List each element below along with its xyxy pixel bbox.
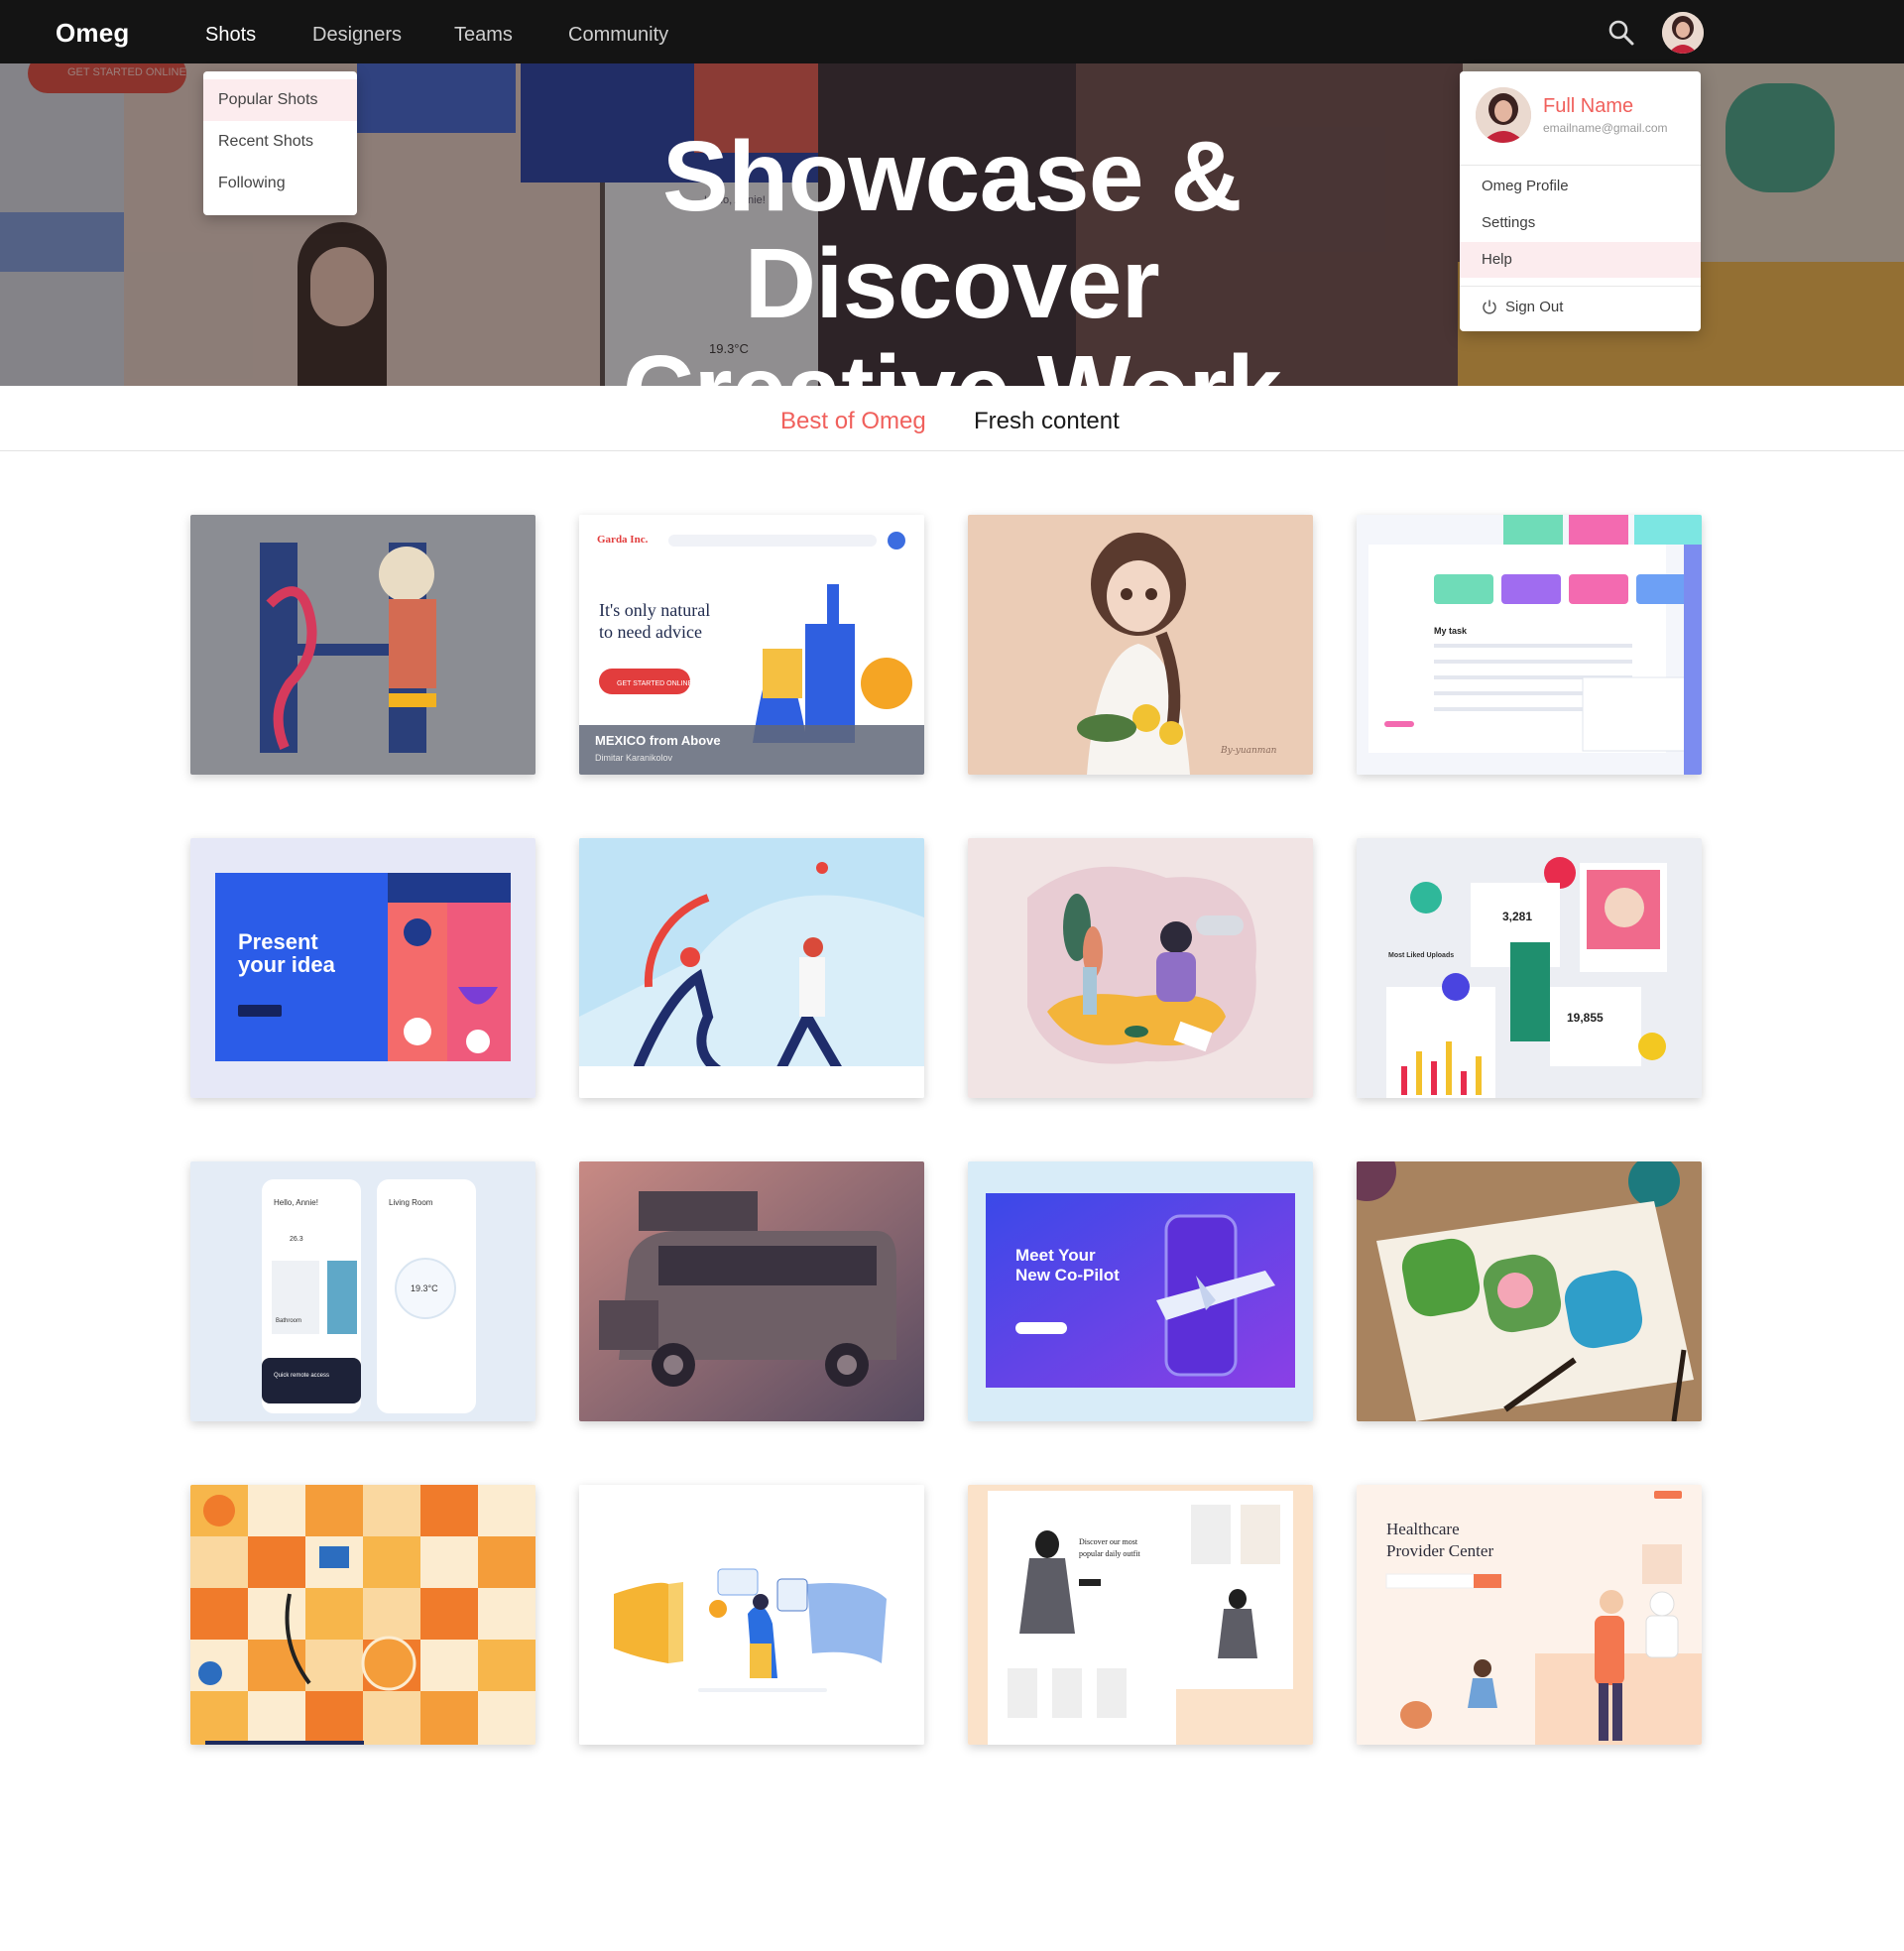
search-icon[interactable]	[1606, 18, 1636, 48]
garda-cta: GET STARTED ONLINE	[617, 680, 693, 687]
copilot-headline: New Co-Pilot	[1015, 1266, 1120, 1284]
present-headline: Present	[238, 929, 318, 954]
tab-fresh-content[interactable]: Fresh content	[974, 408, 1120, 435]
user-email: emailname@gmail.com	[1543, 121, 1668, 135]
smart-value: 26.3	[290, 1236, 303, 1243]
user-full-name: Full Name	[1543, 95, 1634, 117]
garda-headline: to need advice	[599, 622, 702, 642]
smart-bathroom: Bathroom	[276, 1318, 301, 1324]
nav-link-designers[interactable]: Designers	[312, 24, 402, 47]
nav-link-community[interactable]: Community	[568, 24, 668, 47]
power-icon	[1482, 293, 1497, 314]
signature-text: By-yuanman	[1220, 746, 1277, 756]
fashion-headline: Discover our most	[1079, 1537, 1138, 1546]
hero-title-line: Showcase & Discover	[661, 121, 1243, 339]
menu-item-help[interactable]: Help	[1460, 242, 1701, 278]
shot-card-garda[interactable]: Garda Inc. It's only natural to need adv…	[579, 515, 924, 775]
hero-title-line: Creative Work	[456, 337, 1448, 386]
copilot-headline: Meet Your	[1015, 1246, 1096, 1265]
shots-dropdown-menu: Popular Shots Recent Shots Following	[203, 71, 357, 215]
menu-item-following[interactable]: Following	[203, 163, 357, 204]
shot-card-stats-dashboard[interactable]: 3,281 Most Liked Uploads 19,855	[1357, 838, 1702, 1098]
health-headline: Healthcare	[1386, 1520, 1460, 1538]
nav-link-teams[interactable]: Teams	[454, 24, 513, 47]
user-dropdown-menu: Full Name emailname@gmail.com Omeg Profi…	[1460, 71, 1701, 331]
menu-item-profile[interactable]: Omeg Profile	[1460, 169, 1701, 204]
site-logo[interactable]: Omeg	[56, 18, 129, 49]
sign-out-label: Sign Out	[1505, 299, 1564, 315]
tab-best-of-omeg[interactable]: Best of Omeg	[780, 408, 926, 435]
shot-card-healthcare[interactable]: Healthcare Provider Center	[1357, 1485, 1702, 1745]
hero-title: Showcase & Discover Creative Work	[456, 123, 1448, 386]
sign-out-button[interactable]: Sign Out	[1460, 290, 1701, 325]
menu-divider	[1460, 165, 1701, 166]
menu-divider	[1460, 286, 1701, 287]
garda-caption: MEXICO from Above	[595, 733, 721, 748]
smart-remote: Quick remote access	[274, 1373, 329, 1379]
smart-room: Living Room	[389, 1198, 433, 1207]
garda-headline: It's only natural	[599, 600, 710, 620]
shot-card-letter-h[interactable]	[190, 515, 536, 775]
shot-card-girl-portrait[interactable]: By-yuanman	[968, 515, 1313, 775]
shot-card-smart-home[interactable]: Hello, Annie! Living Room 26.3 Bathroom …	[190, 1161, 536, 1421]
page: Omeg Shots Designers Teams Community GET…	[0, 0, 1904, 1951]
shot-card-geometric-pattern[interactable]	[190, 1485, 536, 1745]
menu-item-popular-shots[interactable]: Popular Shots	[203, 79, 357, 121]
shot-card-retro-van[interactable]	[579, 1161, 924, 1421]
shot-card-fashion-store[interactable]: Discover our most popular daily outfit	[968, 1485, 1313, 1745]
nav-link-shots[interactable]: Shots	[205, 24, 256, 47]
garda-author: Dimitar Karanikolov	[595, 753, 673, 763]
smart-greeting: Hello, Annie!	[274, 1198, 318, 1207]
present-headline: your idea	[238, 952, 336, 977]
shot-card-isometric-finance[interactable]	[579, 1485, 924, 1745]
fashion-headline: popular daily outfit	[1079, 1549, 1141, 1558]
shot-card-watercolor-app-icons[interactable]	[1357, 1161, 1702, 1421]
health-headline: Provider Center	[1386, 1541, 1493, 1560]
menu-item-settings[interactable]: Settings	[1460, 205, 1701, 241]
content-tabs: Best of Omeg Fresh content	[0, 386, 1904, 451]
user-avatar[interactable]	[1662, 12, 1704, 54]
menu-item-recent-shots[interactable]: Recent Shots	[203, 121, 357, 163]
user-menu-avatar	[1476, 87, 1531, 143]
shot-card-task-dashboard[interactable]: My task	[1357, 515, 1702, 775]
stat-main: 3,281	[1502, 910, 1532, 923]
smart-temp: 19.3°C	[411, 1283, 438, 1293]
stat-label: Most Liked Uploads	[1388, 952, 1454, 959]
shot-card-coffee-illustration[interactable]	[968, 838, 1313, 1098]
shot-card-present-idea[interactable]: Present your idea	[190, 838, 536, 1098]
shot-card-co-pilot[interactable]: Meet Your New Co-Pilot	[968, 1161, 1313, 1421]
dash-title: My task	[1434, 626, 1468, 636]
top-navbar: Omeg Shots Designers Teams Community	[0, 0, 1904, 63]
stat-second: 19,855	[1567, 1011, 1604, 1025]
shot-card-dancers[interactable]	[579, 838, 924, 1098]
garda-brand: Garda Inc.	[597, 534, 649, 546]
